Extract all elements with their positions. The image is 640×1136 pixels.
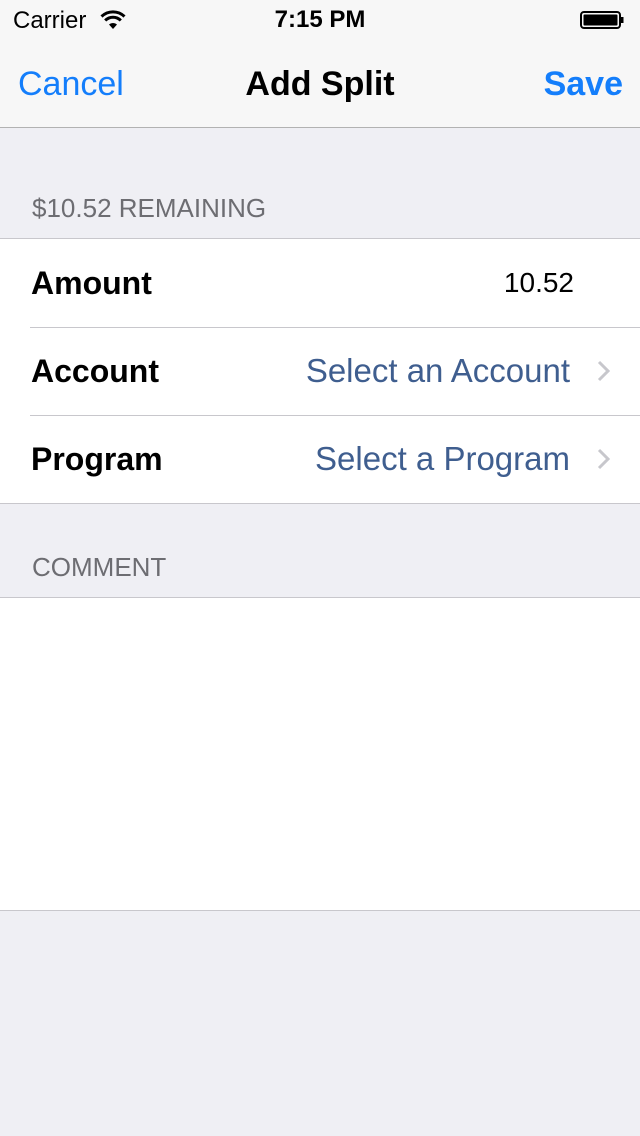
remaining-section-header: $10.52 REMAINING [32, 193, 267, 223]
comment-section-header: COMMENT [32, 552, 167, 582]
chevron-right-icon [597, 448, 610, 470]
amount-field[interactable]: 10.52 [504, 267, 574, 299]
status-bar: Carrier 7:15 PM [0, 0, 640, 40]
program-value: Select a Program [315, 440, 570, 477]
split-details-group: Amount 10.52 Account Select an Account P… [0, 238, 640, 504]
amount-label: Amount [31, 265, 152, 301]
save-button[interactable]: Save [544, 65, 623, 103]
navigation-bar: Cancel Add Split Save [0, 40, 640, 128]
comment-text-area[interactable] [0, 597, 640, 911]
account-value: Select an Account [305, 352, 570, 389]
account-row[interactable]: Account Select an Account [0, 327, 640, 415]
amount-row[interactable]: Amount 10.52 [0, 239, 640, 327]
account-label: Account [31, 353, 159, 389]
program-label: Program [31, 441, 163, 477]
program-row[interactable]: Program Select a Program [0, 415, 640, 503]
status-time: 7:15 PM [274, 6, 366, 33]
chevron-right-icon [597, 360, 610, 382]
battery-icon [580, 11, 624, 29]
